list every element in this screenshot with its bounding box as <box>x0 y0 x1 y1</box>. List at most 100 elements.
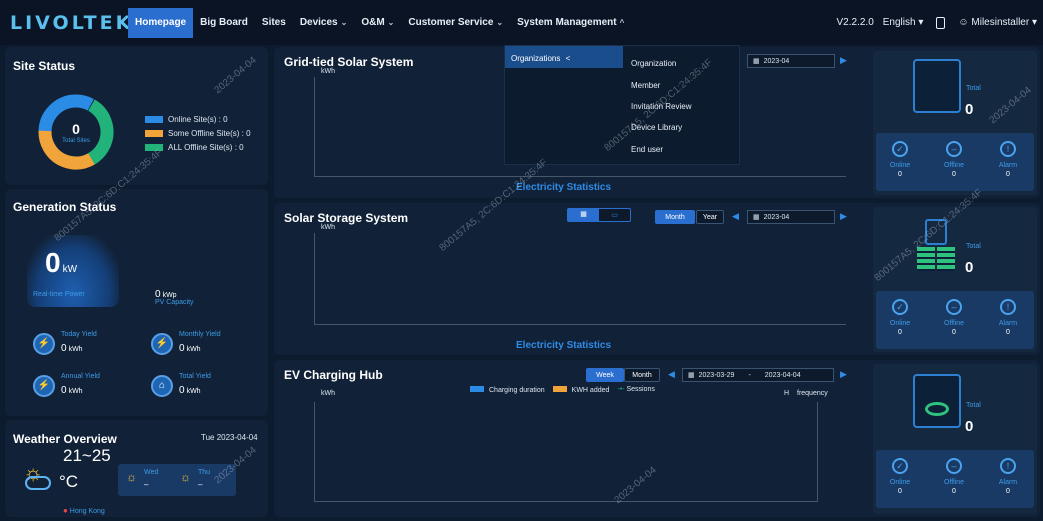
legend-swatch <box>470 386 484 392</box>
panel-title: Weather Overview <box>13 432 117 446</box>
online-stat[interactable]: ✓ Online 0 <box>880 299 920 336</box>
menu-item-device-library[interactable]: Device Library <box>631 123 682 132</box>
chart-y-unit: kWh <box>321 68 335 75</box>
device-summary: Total 0 ✓ Online 0 – Offline 0 ! Alarm 0 <box>873 364 1037 514</box>
tablet-icon[interactable] <box>936 16 946 29</box>
legend-label: Charging duration <box>489 387 545 394</box>
minus-circle-icon: – <box>946 141 962 157</box>
offline-stat[interactable]: – Offline 0 <box>934 141 974 178</box>
alarm-stat[interactable]: ! Alarm 0 <box>988 299 1028 336</box>
stat-value: 0 <box>952 329 956 336</box>
stat-label: Alarm <box>998 320 1018 327</box>
nav-sites[interactable]: Sites <box>255 8 293 38</box>
nav-label: Sites <box>261 16 286 28</box>
legend-item[interactable]: KWH added <box>552 386 609 394</box>
solar-panel-icon[interactable]: ▦ <box>568 209 599 221</box>
legend-item[interactable]: Charging duration <box>470 386 545 394</box>
nav-system-management[interactable]: System Management ^ <box>510 8 631 38</box>
nav-big-board[interactable]: Big Board <box>193 8 255 38</box>
stat-value: 0 <box>1006 329 1010 336</box>
language-label: English <box>882 17 916 28</box>
top-navigation-bar: LIVOLTEK Homepage Big Board Sites Device… <box>0 0 1043 45</box>
stat-label: Offline <box>943 162 965 169</box>
nav-customer-service[interactable]: Customer Service ⌄ <box>401 8 510 38</box>
weather-overview-panel: Weather Overview Tue 2023-04-04 ☼ 21~25 … <box>5 420 268 517</box>
chart-y-unit: kWh <box>321 390 335 397</box>
caret-down-icon: ▾ <box>918 17 924 28</box>
total-label: Total <box>966 402 981 409</box>
stat-value: 0 <box>952 488 956 495</box>
nav-homepage[interactable]: Homepage <box>128 7 194 38</box>
stat-label: Online <box>889 162 911 169</box>
prev-arrow-icon[interactable]: ◀ <box>732 211 739 222</box>
next-arrow-icon[interactable]: ▶ <box>840 211 847 222</box>
offline-stat[interactable]: – Offline 0 <box>934 299 974 336</box>
storage-chart <box>314 233 846 325</box>
tab-year[interactable]: Year <box>696 210 724 224</box>
next-arrow-icon[interactable]: ▶ <box>840 55 847 66</box>
yield-number: 0 <box>61 343 67 354</box>
tab-month[interactable]: Month <box>655 210 695 224</box>
date-range-picker[interactable]: ▦ 2023-03-29 - 2023-04-04 <box>682 368 834 382</box>
weather-forecast: ☼ Wed – ☼ Thu – <box>118 464 236 496</box>
tab-week[interactable]: Week <box>586 368 624 382</box>
yield-label: Today Yield <box>61 331 97 338</box>
legend-swatch <box>145 144 163 151</box>
prev-arrow-icon[interactable]: ◀ <box>668 369 675 380</box>
battery-icon[interactable]: ▭ <box>599 211 630 219</box>
legend-item[interactable]: -•- Sessions <box>617 386 654 394</box>
yield-label: Monthly Yield <box>179 331 221 338</box>
month-picker[interactable]: ▦ 2023-04 <box>747 210 835 224</box>
user-menu[interactable]: ☺ Milesinstaller ▾ <box>958 17 1037 28</box>
tab-month[interactable]: Month <box>624 368 660 382</box>
yield-number: 0 <box>61 385 67 396</box>
nav-label: Homepage <box>135 16 187 28</box>
system-management-dropdown: Organizations < Organization Member Invi… <box>504 45 740 165</box>
chevron-up-icon: ^ <box>619 17 625 27</box>
alarm-icon: ! <box>1000 141 1016 157</box>
online-stat[interactable]: ✓ Online 0 <box>880 141 920 178</box>
ev-legend: Charging duration KWH added -•- Sessions <box>470 386 655 394</box>
weather-cloud-shape <box>25 476 51 490</box>
battery-level <box>937 247 955 271</box>
nav-om[interactable]: O&M ⌄ <box>354 8 401 38</box>
nav-label: Big Board <box>200 16 248 28</box>
realtime-power-value: 0 kW <box>45 247 77 279</box>
yield-value: 0 kWh <box>61 385 83 396</box>
yield-unit: kWh <box>186 346 201 353</box>
livoltek-logo[interactable]: LIVOLTEK <box>0 12 130 34</box>
menu-organizations[interactable]: Organizations < <box>505 46 623 68</box>
charger-ring <box>925 402 949 416</box>
pv-capacity-label: PV Capacity <box>155 299 194 306</box>
month-picker[interactable]: ▦ 2023-04 <box>747 54 835 68</box>
yield-number: 0 <box>179 343 185 354</box>
solar-storage-panel: Solar Storage System kWh Electricity Sta… <box>274 203 1040 355</box>
nav-devices[interactable]: Devices ⌄ <box>293 8 355 38</box>
menu-item-end-user[interactable]: End user <box>631 145 663 154</box>
calendar-icon: ▦ <box>753 58 760 65</box>
total-value: 0 <box>965 101 974 118</box>
menu-item-invitation-review[interactable]: Invitation Review <box>631 102 691 111</box>
chevron-down-icon: ⌄ <box>496 17 504 27</box>
alarm-stat[interactable]: ! Alarm 0 <box>988 458 1028 495</box>
alarm-stat[interactable]: ! Alarm 0 <box>988 141 1028 178</box>
menu-item-member[interactable]: Member <box>631 81 660 90</box>
stat-label: Offline <box>943 320 965 327</box>
panel-title: EV Charging Hub <box>284 368 383 382</box>
minus-circle-icon: – <box>946 458 962 474</box>
battery-stack-icon <box>911 217 961 273</box>
chevron-left-icon: < <box>565 54 571 63</box>
next-arrow-icon[interactable]: ▶ <box>840 369 847 380</box>
online-stat[interactable]: ✓ Online 0 <box>880 458 920 495</box>
total-value: 0 <box>965 418 974 435</box>
date-value: 2023-04 <box>763 57 790 65</box>
view-toggle[interactable]: ▦ ▭ <box>567 208 631 222</box>
alarm-icon: ! <box>1000 458 1016 474</box>
menu-item-organization[interactable]: Organization <box>631 59 676 68</box>
language-selector[interactable]: English ▾ <box>883 17 924 28</box>
check-circle-icon: ✓ <box>892 299 908 315</box>
device-summary: Total 0 ✓ Online 0 – Offline 0 ! Alarm 0 <box>873 207 1037 352</box>
stat-value: 0 <box>1006 171 1010 178</box>
offline-stat[interactable]: – Offline 0 <box>934 458 974 495</box>
check-circle-icon: ✓ <box>892 458 908 474</box>
